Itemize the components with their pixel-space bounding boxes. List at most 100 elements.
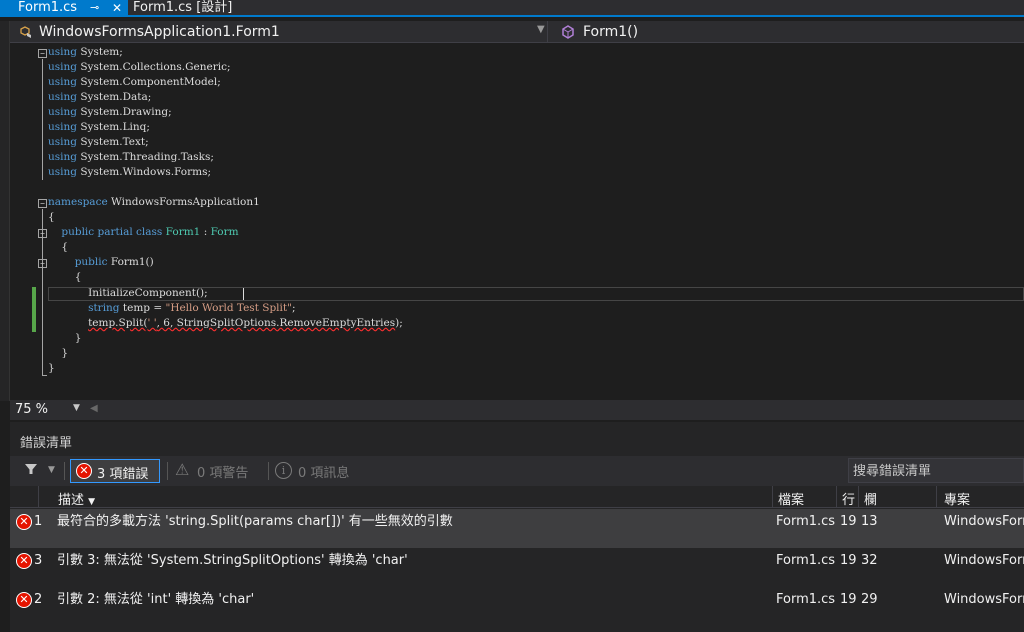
- code-line: }: [48, 346, 68, 361]
- code-token: {: [74, 271, 82, 283]
- code-token: System.Data;: [77, 91, 152, 103]
- tab-form1-design[interactable]: Form1.cs [設計]: [128, 0, 248, 17]
- code-line-string: string temp = "Hello World Test Split";: [48, 301, 295, 316]
- code-token: );: [395, 317, 403, 329]
- code-editor[interactable]: − − − − using System; using System.Collec…: [10, 44, 1024, 400]
- code-token: }: [48, 362, 55, 374]
- warning-icon: ⚠: [175, 460, 190, 479]
- chevron-down-icon[interactable]: ▼: [73, 403, 80, 413]
- code-line-using: using System.Drawing;: [48, 105, 172, 120]
- code-token: System.Linq;: [77, 121, 150, 133]
- error-column: 13: [861, 514, 878, 529]
- code-token: namespace: [48, 196, 108, 208]
- column-divider: [772, 486, 773, 508]
- code-token: using: [48, 121, 77, 133]
- code-token: }: [74, 332, 82, 344]
- outline-tick: [42, 375, 47, 376]
- member-dropdown-label: Form1(): [583, 24, 639, 40]
- tab-form1-cs[interactable]: Form1.cs ⊸ ✕: [0, 0, 128, 17]
- code-line: {: [48, 210, 55, 225]
- messages-filter-button[interactable]: i 0 項訊息: [275, 459, 365, 483]
- code-line-using: using System.Text;: [48, 135, 149, 150]
- code-line: {: [48, 240, 68, 255]
- messages-filter-label: 0 項訊息: [298, 466, 350, 481]
- code-token: System.Text;: [77, 136, 149, 148]
- error-project: WindowsFormsApplication1: [944, 592, 1024, 607]
- info-icon: i: [275, 462, 292, 479]
- code-token: "Hello World Test Split": [165, 302, 292, 314]
- class-icon: [18, 24, 34, 40]
- code-token: temp =: [119, 302, 166, 314]
- code-token: WindowsFormsApplication1: [107, 196, 260, 208]
- code-token: Form1: [165, 226, 201, 238]
- error-row[interactable]: ✕ 2 引數 2: 無法從 'int' 轉換為 'char' Form1.cs …: [10, 587, 1024, 626]
- code-token: System.ComponentModel;: [77, 76, 221, 88]
- error-code: 3: [34, 553, 43, 568]
- changed-lines-marker: [32, 287, 36, 332]
- outline-line: [42, 269, 43, 345]
- code-line-constructor: public Form1(): [48, 255, 154, 270]
- column-divider: [936, 486, 937, 508]
- error-list-panel: 錯誤清單 ▼ ✕ 3 項錯誤 ⚠ 0 項警告 i 0 項訊息 描述 ▼ 檔案 行: [10, 422, 1024, 632]
- code-token: Form: [210, 226, 239, 238]
- error-project: WindowsFormsApplication1: [944, 514, 1024, 529]
- error-description: 引數 3: 無法從 'System.StringSplitOptions' 轉換…: [57, 553, 408, 568]
- text-caret: [243, 288, 244, 300]
- column-header-line[interactable]: 行: [842, 489, 855, 508]
- code-line: {: [48, 270, 82, 285]
- code-error-span[interactable]: temp.Split(' ', 6, StringSplitOptions.Re…: [88, 317, 395, 329]
- chevron-down-icon[interactable]: ▼: [48, 465, 55, 475]
- code-line: }: [48, 331, 82, 346]
- collapse-icon[interactable]: −: [38, 259, 47, 268]
- code-token: temp.Split(: [88, 317, 148, 329]
- code-line-using: using System.Collections.Generic;: [48, 60, 231, 75]
- code-token: using: [48, 136, 77, 148]
- collapse-icon[interactable]: −: [38, 49, 47, 58]
- tab-label: Form1.cs [設計]: [133, 0, 233, 15]
- error-list-toolbar: ▼ ✕ 3 項錯誤 ⚠ 0 項警告 i 0 項訊息: [10, 456, 1024, 486]
- document-tab-bar: Form1.cs ⊸ ✕ Form1.cs [設計]: [0, 0, 1024, 17]
- column-header-file[interactable]: 檔案: [778, 489, 804, 508]
- column-header-description[interactable]: 描述 ▼: [58, 489, 95, 508]
- search-box[interactable]: [848, 458, 1024, 483]
- code-token: string: [88, 302, 120, 314]
- column-divider: [836, 486, 837, 508]
- code-token: Form1(): [107, 256, 154, 268]
- code-token: , 6, StringSplitOptions.RemoveEmptyEntri…: [156, 317, 396, 329]
- warnings-filter-button[interactable]: ⚠ 0 項警告: [175, 459, 265, 483]
- code-token: System.Threading.Tasks;: [77, 151, 214, 163]
- close-icon[interactable]: ✕: [112, 0, 122, 16]
- pin-icon[interactable]: ⊸: [90, 0, 99, 16]
- code-line-init: InitializeComponent();: [48, 286, 208, 301]
- type-dropdown-label: WindowsFormsApplication1.Form1: [39, 24, 280, 40]
- column-header-project[interactable]: 專案: [944, 489, 970, 508]
- filter-icon[interactable]: [24, 462, 38, 480]
- search-input[interactable]: [853, 462, 1021, 480]
- error-code: 1: [34, 514, 43, 529]
- errors-filter-button[interactable]: ✕ 3 項錯誤: [70, 459, 160, 483]
- code-token: using: [48, 151, 77, 163]
- column-header-label: 描述: [58, 493, 85, 508]
- code-token: using: [48, 106, 77, 118]
- column-divider: [858, 486, 859, 508]
- code-line-split: temp.Split(' ', 6, StringSplitOptions.Re…: [48, 316, 403, 331]
- error-row[interactable]: ✕ 1 最符合的多載方法 'string.Split(params char[]…: [10, 509, 1024, 548]
- type-dropdown[interactable]: WindowsFormsApplication1.Form1 ▼: [10, 21, 548, 43]
- code-token: ' ': [147, 317, 157, 329]
- collapse-icon[interactable]: −: [38, 229, 47, 238]
- collapse-icon[interactable]: −: [38, 199, 47, 208]
- code-token: using: [48, 91, 77, 103]
- error-icon: ✕: [76, 463, 92, 479]
- zoom-bar: 75 % ▼ ◀: [10, 400, 1024, 420]
- error-code: 2: [34, 592, 43, 607]
- zoom-level[interactable]: 75 %: [15, 402, 48, 417]
- code-token: System.Drawing;: [77, 106, 172, 118]
- error-file: Form1.cs: [776, 592, 836, 607]
- code-token: InitializeComponent();: [88, 287, 208, 299]
- left-tool-strip: [0, 21, 10, 401]
- error-row[interactable]: ✕ 3 引數 3: 無法從 'System.StringSplitOptions…: [10, 548, 1024, 587]
- column-header-column[interactable]: 欄: [864, 489, 877, 508]
- member-dropdown[interactable]: Form1(): [558, 21, 1024, 43]
- error-file: Form1.cs: [776, 514, 836, 529]
- scroll-left-icon[interactable]: ◀: [90, 403, 98, 414]
